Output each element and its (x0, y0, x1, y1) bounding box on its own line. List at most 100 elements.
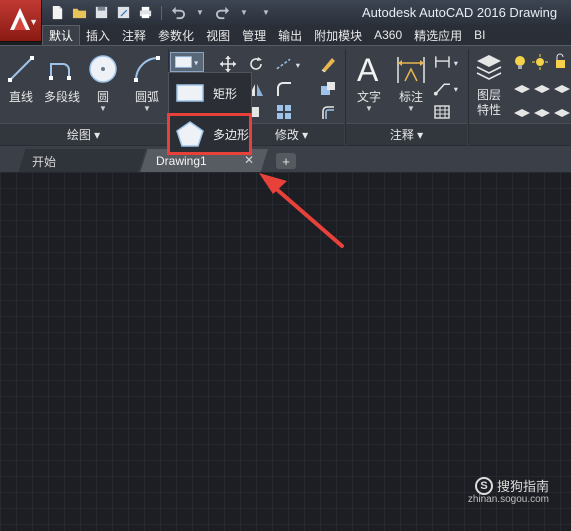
dimension-tool-button[interactable]: 标注 ▼ (394, 52, 428, 113)
file-tab-label: 开始 (32, 154, 57, 169)
layer-state-controls[interactable] (512, 52, 570, 72)
undo-icon (171, 6, 185, 20)
new-file-icon (52, 5, 62, 20)
chevron-down-icon[interactable]: ▼ (365, 105, 373, 113)
layer-tools-row-1[interactable] (512, 78, 570, 98)
ribbon-tab[interactable]: 附加模块 (308, 25, 368, 45)
ribbon-tab[interactable]: BI (468, 25, 491, 45)
lightbulb-icon (515, 53, 565, 70)
quick-access-toolbar: ▼ ▼ ▼ (48, 0, 275, 25)
ribbon-tab[interactable]: A360 (368, 25, 408, 45)
file-tab-start[interactable]: 开始 (18, 149, 146, 173)
polyline-icon (45, 52, 79, 86)
annotation-panel-footer[interactable]: 注释 ▾ (346, 123, 467, 145)
ribbon-tab[interactable]: 默认 (42, 25, 81, 45)
polyline-tool-label: 多段线 (44, 90, 81, 104)
print-button[interactable] (136, 4, 154, 22)
chevron-down-icon: ▼ (29, 17, 38, 27)
application-menu-button[interactable]: ▼ (0, 0, 42, 42)
ribbon-tab[interactable]: 管理 (236, 25, 272, 45)
array-icon[interactable] (274, 102, 294, 122)
sogou-logo-icon: S (474, 476, 493, 495)
save-icon (95, 6, 107, 19)
ribbon-tab[interactable]: 精选应用 (408, 25, 468, 45)
svg-text:▾: ▾ (454, 84, 459, 94)
circle-icon (86, 52, 120, 86)
layer-properties-button[interactable]: 图层 特性 (472, 52, 506, 118)
svg-text:▾: ▾ (296, 60, 301, 70)
chevron-down-icon[interactable]: ▼ (407, 105, 415, 113)
print-icon (139, 6, 151, 19)
draw-panel-footer[interactable]: 绘图 ▾ (0, 123, 167, 145)
layer-tools-icon (514, 109, 570, 117)
title-bar: ▼ ▼ ▼ Autodesk AutoCAD 2016 Drawing (0, 0, 571, 25)
drawing-canvas[interactable]: S 搜狗指南 zhinan.sogou.com (0, 172, 571, 531)
arc-icon (130, 52, 164, 86)
qat-separator (161, 5, 162, 20)
plus-icon: + (282, 153, 290, 169)
ribbon-tab[interactable]: 插入 (80, 25, 116, 45)
chevron-down-icon[interactable]: ▼ (143, 105, 151, 113)
open-file-button[interactable] (70, 4, 88, 22)
flyout-item-label: 矩形 (213, 86, 238, 101)
open-folder-icon (72, 8, 86, 19)
watermark: S 搜狗指南 zhinan.sogou.com (468, 476, 549, 505)
erase-icon[interactable] (318, 54, 338, 74)
save-as-button[interactable] (114, 4, 132, 22)
undo-dropdown[interactable]: ▼ (191, 4, 209, 22)
layer-properties-icon (472, 52, 506, 86)
offset-icon[interactable] (318, 102, 338, 122)
close-icon[interactable]: ✕ (244, 153, 254, 167)
save-button[interactable] (92, 4, 110, 22)
undo-button[interactable] (169, 4, 187, 22)
layers-panel-footer[interactable] (469, 123, 571, 145)
watermark-site: zhinan.sogou.com (467, 494, 549, 505)
arc-tool-button[interactable]: 圆弧 ▼ (130, 52, 164, 113)
dimension-icon (394, 52, 428, 86)
move-icon[interactable] (218, 54, 238, 74)
ribbon-tab[interactable]: 输出 (272, 25, 308, 45)
rectangle-icon: ▾ (174, 56, 198, 68)
line-tool-button[interactable]: 直线 (4, 52, 38, 105)
ribbon-panel: 直线 多段线 圆 ▼ 圆弧 ▼ ▾ ▾ A 文字 ▼ 标注 ▼ ▾ ▾ 图层 特… (0, 45, 571, 145)
file-tab-label: Drawing1 (156, 154, 207, 168)
ribbon-tab[interactable]: 注释 (116, 25, 152, 45)
layer-label-line1: 图层 (476, 88, 501, 102)
text-icon: A (352, 52, 386, 86)
circle-tool-button[interactable]: 圆 ▼ (86, 52, 120, 113)
text-tool-button[interactable]: A 文字 ▼ (352, 52, 386, 113)
redo-dropdown[interactable]: ▼ (235, 4, 253, 22)
new-tab-button[interactable]: + (276, 153, 296, 169)
ribbon-tabs: 默认 插入 注释 参数化 视图 管理 输出 附加模块 A360 精选应用 BI (42, 25, 571, 45)
leader-icon[interactable]: ▾ (432, 78, 466, 98)
explode-icon[interactable] (318, 79, 338, 99)
svg-text:▾: ▾ (454, 58, 459, 68)
arc-tool-label: 圆弧 (134, 90, 159, 104)
svg-text:A: A (357, 53, 379, 85)
fillet-icon[interactable] (274, 79, 294, 99)
redo-button[interactable] (213, 4, 231, 22)
trim-icon[interactable]: ▾ (274, 54, 308, 74)
window-title: Autodesk AutoCAD 2016 Drawing (362, 5, 558, 20)
flyout-item-rectangle[interactable]: 矩形 (171, 75, 249, 111)
polyline-tool-button[interactable]: 多段线 (44, 52, 80, 105)
svg-text:▾: ▾ (194, 59, 198, 68)
rectangle-split-button[interactable]: ▾ (170, 52, 204, 72)
chevron-down-icon[interactable]: ▼ (99, 105, 107, 113)
qat-customize-button[interactable]: ▼ (257, 4, 275, 22)
highlight-box (167, 113, 252, 155)
line-tool-label: 直线 (8, 90, 33, 104)
ribbon-tab[interactable]: 参数化 (152, 25, 200, 45)
file-tabs-bar: 开始 Drawing1 ✕ + (0, 145, 571, 173)
rectangle-icon (175, 80, 205, 106)
layer-tools-row-2[interactable] (512, 102, 570, 122)
layer-tools-icon (514, 85, 570, 93)
text-tool-label: 文字 (356, 90, 381, 104)
dimension-tool-label: 标注 (398, 90, 423, 104)
rotate-icon[interactable] (246, 54, 266, 74)
new-file-button[interactable] (48, 4, 66, 22)
watermark-brand: 搜狗指南 (496, 479, 549, 494)
table-icon[interactable] (432, 102, 452, 122)
ribbon-tab[interactable]: 视图 (200, 25, 236, 45)
linear-dimension-icon[interactable]: ▾ (432, 52, 466, 72)
